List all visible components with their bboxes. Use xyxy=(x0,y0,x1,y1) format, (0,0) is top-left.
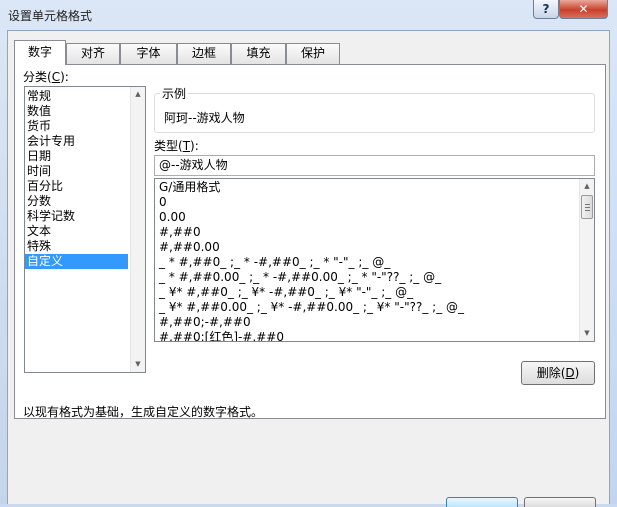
dialog-title: 设置单元格格式 xyxy=(8,9,93,23)
format-item[interactable]: _ ¥* #,##0_ ;_ ¥* -#,##0_ ;_ ¥* "-"_ ;_ … xyxy=(157,285,594,300)
type-input[interactable]: @--游戏人物 xyxy=(154,155,595,176)
ok-button[interactable] xyxy=(446,497,518,507)
tab-font[interactable]: 字体 xyxy=(120,43,177,64)
format-item[interactable]: _ * #,##0_ ;_ * -#,##0_ ;_ * "-"_ ;_ @_ xyxy=(157,255,594,270)
format-item[interactable]: #,##0;[红色]-#,##0 xyxy=(157,330,594,341)
category-item-text[interactable]: 文本 xyxy=(25,224,145,239)
category-item-special[interactable]: 特殊 xyxy=(25,239,145,254)
tab-protection[interactable]: 保护 xyxy=(286,43,340,64)
sample-value: 阿珂--游戏人物 xyxy=(164,111,245,125)
category-item-percentage[interactable]: 百分比 xyxy=(25,179,145,194)
dialog-window: 设置单元格格式 ? ✕ 数字 对齐 字体 边框 填充 保护 分类(C): 常规 … xyxy=(0,0,617,507)
category-list[interactable]: 常规 数值 货币 会计专用 日期 时间 百分比 分数 科学记数 文本 特殊 自定… xyxy=(24,86,146,373)
scroll-down-icon[interactable]: ▼ xyxy=(580,326,594,341)
scroll-down-icon[interactable]: ▼ xyxy=(131,357,145,372)
format-item[interactable]: #,##0;-#,##0 xyxy=(157,315,594,330)
tab-number[interactable]: 数字 xyxy=(14,40,66,65)
format-item[interactable]: #,##0 xyxy=(157,225,594,240)
format-item[interactable]: 0 xyxy=(157,195,594,210)
number-tab-panel: 分类(C): 常规 数值 货币 会计专用 日期 时间 百分比 分数 科学记数 文… xyxy=(14,64,606,419)
category-item-currency[interactable]: 货币 xyxy=(25,119,145,134)
sample-label: 示例 xyxy=(160,85,189,102)
category-item-accounting[interactable]: 会计专用 xyxy=(25,134,145,149)
format-item[interactable]: _ ¥* #,##0.00_ ;_ ¥* -#,##0.00_ ;_ ¥* "-… xyxy=(157,300,594,315)
format-items: G/通用格式 0 0.00 #,##0 #,##0.00 _ * #,##0_ … xyxy=(155,179,594,341)
tab-fill[interactable]: 填充 xyxy=(231,43,286,64)
scroll-up-icon[interactable]: ▲ xyxy=(131,87,145,102)
type-label: 类型(T): xyxy=(154,139,199,153)
category-item-fraction[interactable]: 分数 xyxy=(25,194,145,209)
grip-line xyxy=(585,204,590,205)
title-bar[interactable]: 设置单元格格式 ? ✕ xyxy=(0,0,617,30)
format-scrollbar[interactable]: ▲ ▼ xyxy=(579,179,594,341)
category-item-scientific[interactable]: 科学记数 xyxy=(25,209,145,224)
format-item[interactable]: #,##0.00 xyxy=(157,240,594,255)
close-button[interactable]: ✕ xyxy=(559,0,608,19)
category-item-number[interactable]: 数值 xyxy=(25,104,145,119)
format-item[interactable]: G/通用格式 xyxy=(157,180,594,195)
category-scrollbar[interactable]: ▲ ▼ xyxy=(130,87,145,372)
category-items: 常规 数值 货币 会计专用 日期 时间 百分比 分数 科学记数 文本 特殊 自定… xyxy=(25,87,145,269)
cancel-button[interactable] xyxy=(524,497,596,507)
tab-alignment[interactable]: 对齐 xyxy=(66,43,120,64)
category-item-date[interactable]: 日期 xyxy=(25,149,145,164)
grip-line xyxy=(585,210,590,211)
category-item-general[interactable]: 常规 xyxy=(25,89,145,104)
format-item[interactable]: _ * #,##0.00_ ;_ * -#,##0.00_ ;_ * "-"??… xyxy=(157,270,594,285)
grip-line xyxy=(585,207,590,208)
scroll-thumb[interactable] xyxy=(581,195,593,219)
help-button[interactable]: ? xyxy=(533,0,559,19)
category-label: 分类(C): xyxy=(23,70,69,84)
scroll-up-icon[interactable]: ▲ xyxy=(580,179,594,194)
format-item[interactable]: 0.00 xyxy=(157,210,594,225)
category-item-time[interactable]: 时间 xyxy=(25,164,145,179)
delete-button[interactable]: 删除(D) xyxy=(521,361,595,385)
category-item-custom[interactable]: 自定义 xyxy=(25,254,128,269)
dialog-body: 数字 对齐 字体 边框 填充 保护 分类(C): 常规 数值 货币 会计专用 日… xyxy=(7,30,610,507)
description-text: 以现有格式为基础，生成自定义的数字格式。 xyxy=(23,405,264,419)
tab-border[interactable]: 边框 xyxy=(177,43,231,64)
format-list[interactable]: G/通用格式 0 0.00 #,##0 #,##0.00 _ * #,##0_ … xyxy=(154,178,595,342)
